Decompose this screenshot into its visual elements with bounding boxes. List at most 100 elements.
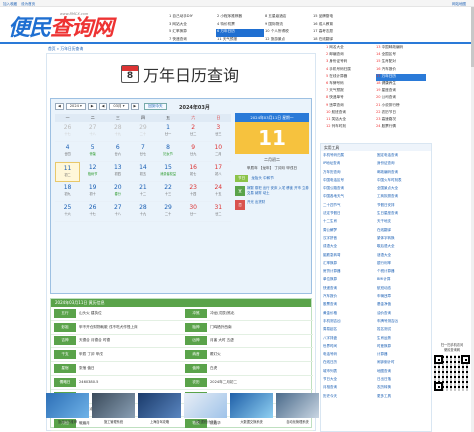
tool-link[interactable]: 世界时间 [323, 344, 377, 352]
tool-link[interactable]: 节日大全 [323, 377, 377, 385]
tool-link[interactable]: 节假日安排 [377, 203, 431, 211]
tool-link[interactable]: 个税计算器 [377, 269, 431, 277]
header-nav-link[interactable]: 3 网站大全 [168, 22, 216, 30]
header-nav-link[interactable]: 4 特价机票 [216, 22, 264, 30]
sitemap-link[interactable]: 网站地图 [452, 2, 466, 7]
recommend-thumbnail[interactable]: 旅游日历推荐 [46, 393, 89, 424]
calendar-day[interactable]: 26 十七 [80, 202, 106, 222]
calendar-day[interactable]: 17 初八 [205, 162, 231, 182]
tool-link[interactable]: 航班动态 [377, 286, 431, 294]
year-select[interactable]: 2024 ▾ [65, 103, 86, 110]
calendar-day[interactable]: 27 十八 [105, 202, 131, 222]
calendar-day[interactable]: 12 植树节 [80, 162, 106, 182]
calendar-day[interactable]: 28 十九 [105, 122, 131, 142]
calendar-day[interactable]: 9 廿九 [180, 142, 206, 162]
calendar-day[interactable]: 7 廿七 [130, 142, 156, 162]
tool-link[interactable]: 周易起名 [323, 327, 377, 335]
tool-link[interactable]: 固定电话查询 [377, 153, 431, 161]
header-nav-link[interactable]: 15 品牌厨电 [312, 14, 360, 22]
hot-list-item[interactable]: 2邮编查询 [326, 52, 376, 59]
header-nav-link[interactable]: 8 五星级酒店 [264, 14, 312, 22]
tool-link[interactable]: 生日星座查询 [377, 211, 431, 219]
calendar-day[interactable]: 1 廿一 [155, 122, 181, 142]
next-year-button[interactable]: ▶ [87, 103, 97, 110]
tool-link[interactable]: 单位换算 [323, 277, 377, 285]
tool-link[interactable]: 车辆违章 [377, 294, 431, 302]
tool-link[interactable]: 生肖运势 [377, 336, 431, 344]
recommend-thumbnail[interactable]: 施工管理系统 [92, 393, 135, 424]
tool-link[interactable]: 油价查询 [377, 311, 431, 319]
tool-link[interactable]: 汽车报价 [323, 294, 377, 302]
tool-link[interactable]: 周公解梦 [323, 228, 377, 236]
tool-link[interactable]: 邮政编码查询 [377, 170, 431, 178]
header-nav-link[interactable]: 2 小程序推荐器 [216, 14, 264, 22]
calendar-day[interactable]: 4 廿四 [55, 142, 81, 162]
tool-link[interactable]: 快递查询 [323, 286, 377, 294]
festival-value[interactable]: 龙抬头 中和节 [251, 176, 274, 181]
tool-link[interactable]: 车牌号测吉凶 [377, 319, 431, 327]
header-nav-link[interactable]: 16 成人教育 [312, 22, 360, 30]
calendar-day[interactable]: 28 十九 [130, 202, 156, 222]
header-nav-link[interactable]: 10 个人所得税 [264, 29, 312, 37]
tool-link[interactable]: 黄金价格 [323, 311, 377, 319]
set-homepage-link[interactable]: 设为首页 [21, 2, 35, 6]
calendar-day[interactable]: 21 十二 [130, 182, 156, 202]
calendar-day[interactable]: 26 十七 [55, 122, 81, 142]
tool-link[interactable]: 银行利率 [377, 261, 431, 269]
recommend-thumbnail[interactable]: 上海自驾攻略 [138, 393, 181, 424]
calendar-day[interactable]: 29 二十 [155, 202, 181, 222]
tool-link[interactable]: 成语大全 [323, 244, 377, 252]
tool-link[interactable]: 谜语大全 [377, 253, 431, 261]
hot-list-item[interactable]: 20公司查询 [376, 95, 426, 102]
tool-link[interactable]: 更多工具 [377, 394, 431, 402]
tool-link[interactable]: 计算器 [377, 352, 431, 360]
calendar-day[interactable]: 3 廿三 [205, 122, 231, 142]
tool-link[interactable]: 日出日落 [377, 377, 431, 385]
hot-list-item[interactable]: 7天气预报 [326, 88, 376, 95]
tool-link[interactable]: 工商执照查询 [377, 194, 431, 202]
hot-list-item[interactable]: 16汽车报价 [376, 67, 426, 74]
calendar-day[interactable]: 29 二十 [130, 122, 156, 142]
hot-list-item[interactable]: 23高速路况 [376, 117, 426, 124]
hot-list-item[interactable]: 3身份证号码 [326, 59, 376, 66]
header-nav-link[interactable]: 9 国际物流 [264, 22, 312, 30]
calendar-day[interactable]: 16 初七 [180, 162, 206, 182]
calendar-day[interactable]: 19 初十 [80, 182, 106, 202]
tool-link[interactable]: 中国火车时刻表 [377, 178, 431, 186]
calendar-day[interactable]: 20 春分 [105, 182, 131, 202]
next-month-button[interactable]: ▶ [130, 103, 140, 110]
hot-list-item[interactable]: 12列车时刻 [326, 124, 376, 131]
tool-link[interactable]: 基金净值 [377, 302, 431, 310]
tool-link[interactable]: 手机号码归属 [323, 153, 377, 161]
recommend-thumbnail[interactable]: 自动化管理系统 [276, 393, 319, 424]
hot-list-item[interactable]: 9违章查询 [326, 103, 376, 110]
calendar-day[interactable]: 13 初四 [105, 162, 131, 182]
calendar-day[interactable]: 23 十四 [180, 182, 206, 202]
tool-link[interactable]: 姓名测试 [377, 327, 431, 335]
tool-link[interactable]: 时差换算 [377, 344, 431, 352]
tool-link[interactable]: 万年历查询 [323, 170, 377, 178]
calendar-day[interactable]: 10 二月 [205, 142, 231, 162]
tool-link[interactable]: 闹钟倒计时 [377, 360, 431, 368]
tool-link[interactable]: 月相查询 [323, 385, 377, 393]
hot-list-item[interactable]: 8快递单号 [326, 95, 376, 102]
site-logo[interactable]: 便民查询网 www.BMCX.com [8, 10, 168, 42]
hot-list-item[interactable]: 5在线计算器 [326, 74, 376, 81]
calendar-day[interactable]: 8 妇女节 [155, 142, 181, 162]
calendar-day-selected[interactable]: 11 初二 [55, 162, 81, 182]
month-select[interactable]: 03月 ▾ [109, 103, 129, 110]
tool-link[interactable]: 身份证查询 [377, 161, 431, 169]
tool-link[interactable]: 中国公路查询 [323, 186, 377, 194]
hot-list-item[interactable]: 14全国区号 [376, 52, 426, 59]
tool-link[interactable]: 在线日历 [323, 360, 377, 368]
calendar-day[interactable]: 18 初九 [55, 182, 81, 202]
calendar-day[interactable]: 25 十六 [55, 202, 81, 222]
tool-link[interactable]: 股票查询 [323, 302, 377, 310]
hot-list-item[interactable]: 15生肖配对 [376, 59, 426, 66]
hot-list-item[interactable]: 18健康养生 [376, 81, 426, 88]
tool-link[interactable]: 汇率换算 [323, 261, 377, 269]
tool-link[interactable]: 手机测吉凶 [323, 319, 377, 327]
tool-link[interactable]: 农历转换 [377, 385, 431, 393]
recommend-thumbnail[interactable]: 大数据统计分析 [184, 393, 227, 424]
tool-link[interactable]: 天干地支 [377, 219, 431, 227]
